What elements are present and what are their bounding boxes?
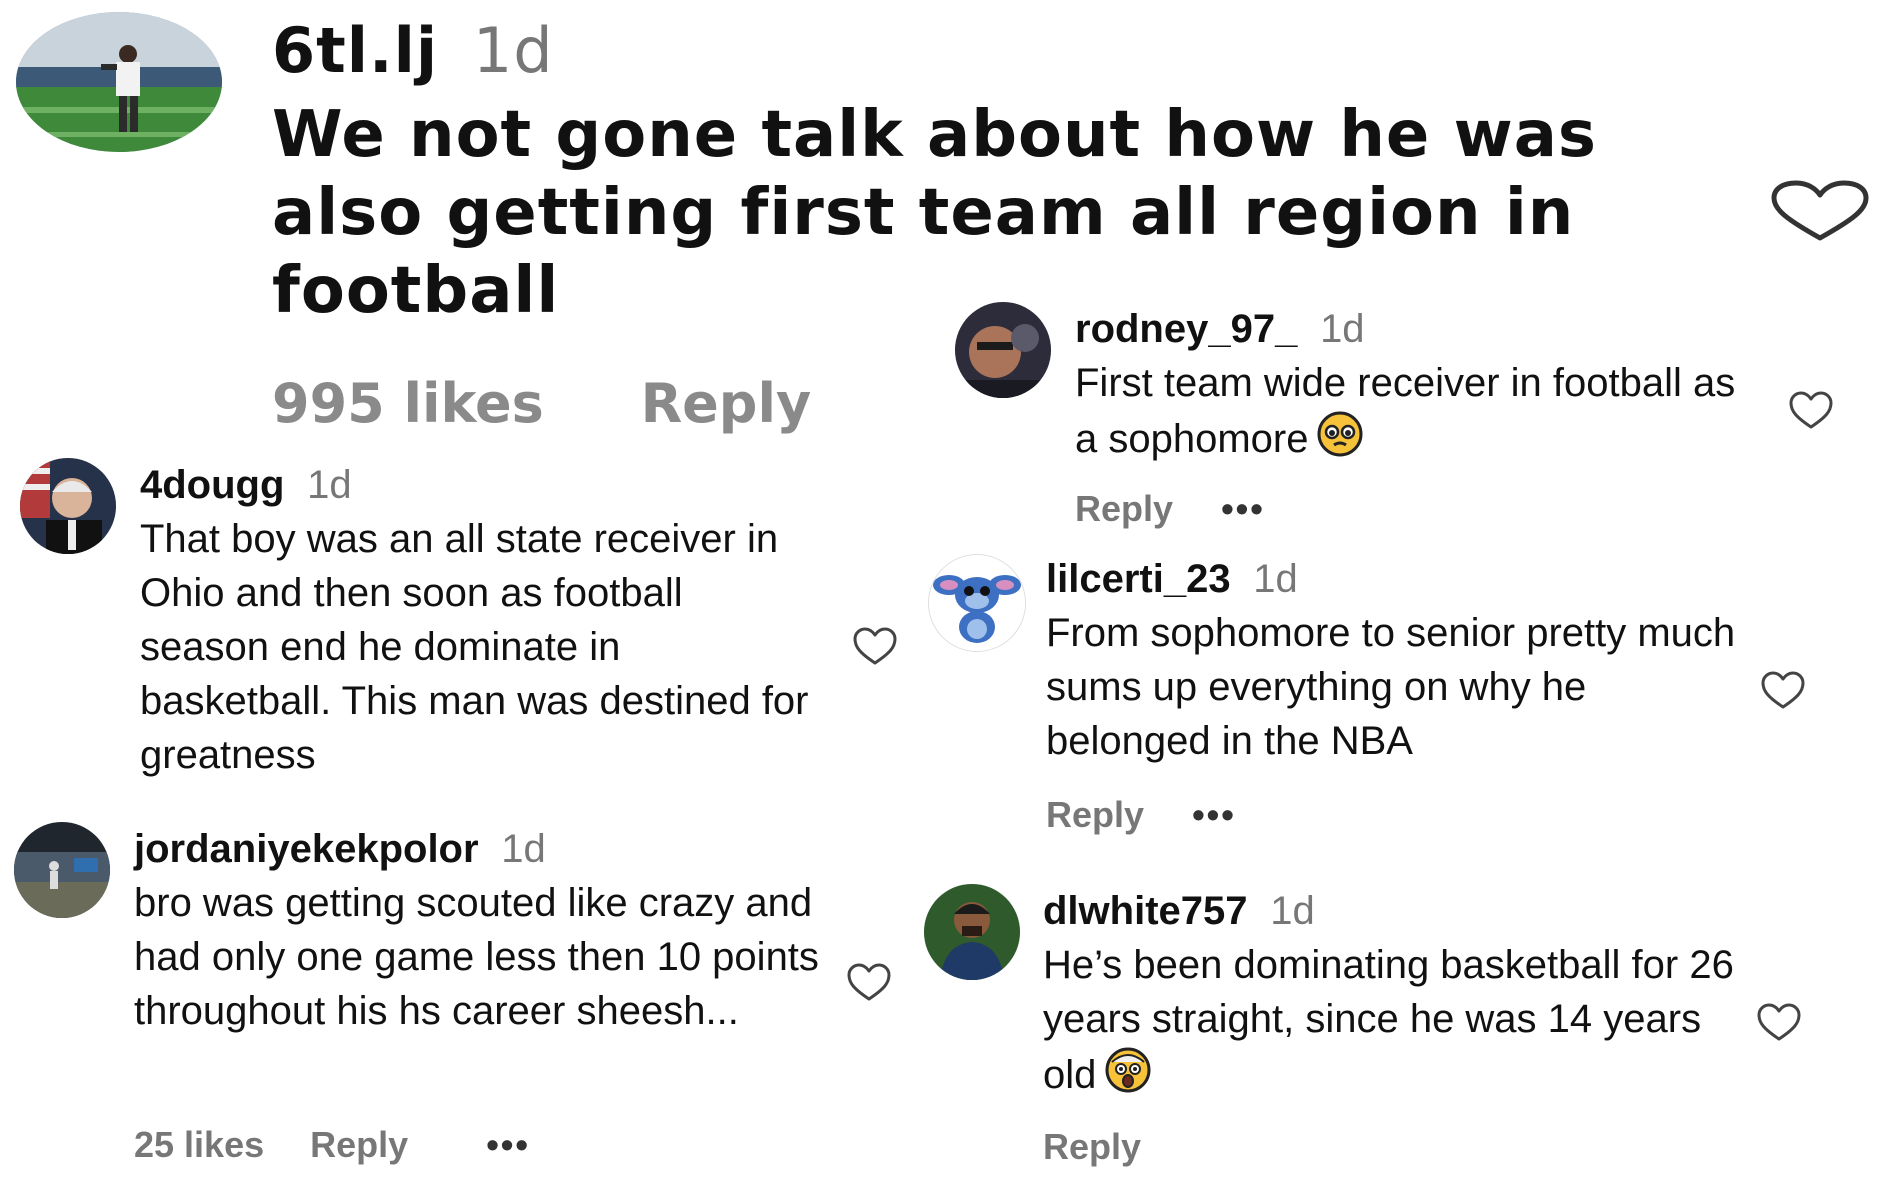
comment-actions: 25 likes Reply ••• [134, 1124, 530, 1166]
avatar[interactable] [955, 302, 1051, 398]
avatar[interactable] [20, 458, 116, 554]
timestamp: 1d [472, 14, 554, 87]
comment-actions: 995 likes Reply [272, 372, 811, 435]
heart-icon[interactable] [1760, 670, 1806, 710]
timestamp: 1d [501, 827, 546, 871]
comment-header: jordaniyekekpolor 1d [134, 826, 546, 872]
heart-icon[interactable] [1788, 390, 1834, 430]
username[interactable]: lilcerti_23 [1046, 557, 1231, 601]
timestamp: 1d [307, 463, 352, 507]
reply-button[interactable]: Reply [1043, 1126, 1141, 1168]
likes-count[interactable]: 995 likes [272, 372, 544, 435]
comment-text: We not gone talk about how he was also g… [272, 98, 1597, 328]
comment-header: rodney_97_ 1d [1075, 306, 1365, 352]
likes-count[interactable]: 25 likes [134, 1124, 264, 1166]
comment-text: He’s been dominating basketball for 26 y… [1043, 938, 1743, 1102]
reply-button[interactable]: Reply [1075, 488, 1173, 530]
avatar[interactable] [924, 884, 1020, 980]
reply-button[interactable]: Reply [310, 1124, 408, 1166]
comment-actions: Reply [1043, 1126, 1141, 1168]
timestamp: 1d [1270, 889, 1315, 933]
heart-icon[interactable] [1756, 1002, 1802, 1042]
timestamp: 1d [1320, 307, 1365, 351]
username[interactable]: dlwhite757 [1043, 889, 1248, 933]
avatar[interactable] [928, 554, 1026, 652]
heart-icon[interactable] [1770, 180, 1870, 242]
username[interactable]: jordaniyekekpolor [134, 827, 479, 871]
comment-header: lilcerti_23 1d [1046, 556, 1298, 602]
more-options-icon[interactable]: ••• [1192, 794, 1236, 836]
comment-text: bro was getting scouted like crazy and h… [134, 881, 819, 1033]
comment-header: dlwhite757 1d [1043, 888, 1315, 934]
heart-icon[interactable] [852, 626, 898, 666]
astonished-face-emoji [1104, 1046, 1152, 1094]
comment-header: 4dougg 1d [140, 462, 352, 508]
username[interactable]: 4dougg [140, 463, 284, 507]
username[interactable]: rodney_97_ [1075, 307, 1297, 351]
comment-actions: Reply ••• [1075, 488, 1265, 530]
reply-button[interactable]: Reply [641, 372, 812, 435]
comment-text: That boy was an all state receiver in Oh… [140, 517, 809, 777]
comment-text: From sophomore to senior pretty much sum… [1046, 611, 1736, 763]
more-options-icon[interactable]: ••• [1221, 488, 1265, 530]
comment-header: 6tl.lj 1d [272, 14, 554, 87]
timestamp: 1d [1253, 557, 1298, 601]
avatar[interactable] [16, 12, 222, 152]
comment-text-body: First team wide receiver in football as … [1075, 361, 1736, 461]
username[interactable]: 6tl.lj [272, 14, 438, 87]
more-options-icon[interactable]: ••• [486, 1124, 530, 1166]
heart-icon[interactable] [846, 962, 892, 1002]
avatar[interactable] [14, 822, 110, 918]
pleading-face-emoji [1316, 410, 1364, 458]
comment-text: First team wide receiver in football as … [1075, 356, 1755, 466]
comment-actions: Reply ••• [1046, 794, 1236, 836]
reply-button[interactable]: Reply [1046, 794, 1144, 836]
